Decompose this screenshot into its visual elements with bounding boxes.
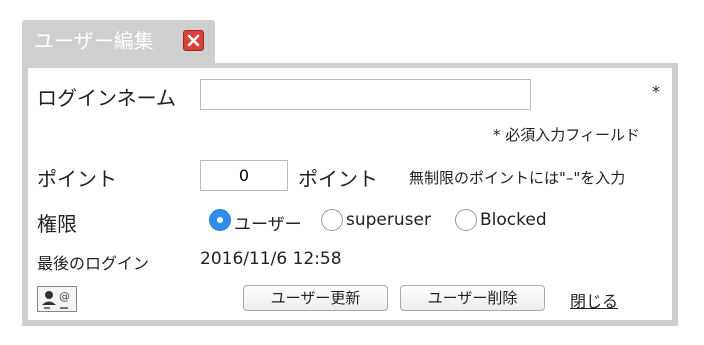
close-dialog-button[interactable] xyxy=(183,30,204,51)
last-login-value: 2016/11/6 12:58 xyxy=(200,249,342,269)
points-hint: 無制限のポイントには"–"を入力 xyxy=(409,169,626,187)
svg-text:@: @ xyxy=(59,290,70,303)
last-login-label: 最後のログイン xyxy=(37,254,150,273)
required-mark: * xyxy=(652,82,660,101)
contact-card-icon: @ xyxy=(42,290,70,309)
required-note: * 必須入力フィールド xyxy=(493,126,640,144)
role-label-user[interactable]: ユーザー xyxy=(234,210,302,235)
role-radio-blocked[interactable] xyxy=(455,209,477,231)
role-label-blocked[interactable]: Blocked xyxy=(480,210,547,230)
close-link[interactable]: 閉じる xyxy=(570,288,618,312)
login-name-input[interactable] xyxy=(200,79,531,110)
dialog-title: ユーザー編集 xyxy=(34,29,154,53)
login-name-label: ログインネーム xyxy=(37,86,176,110)
close-icon xyxy=(187,34,200,47)
user-edit-form: ログインネーム * * 必須入力フィールド ポイント ポイント 無制限のポイント… xyxy=(22,63,678,326)
points-input[interactable] xyxy=(200,160,288,191)
role-radio-superuser[interactable] xyxy=(321,209,343,231)
role-radio-user[interactable] xyxy=(209,209,231,231)
dialog-title-tab: ユーザー編集 xyxy=(22,20,215,64)
user-contact-icon[interactable]: @ xyxy=(37,286,77,312)
points-label: ポイント xyxy=(37,167,117,191)
update-user-button[interactable]: ユーザー更新 xyxy=(243,285,388,311)
role-label: 権限 xyxy=(37,212,77,236)
delete-user-button[interactable]: ユーザー削除 xyxy=(400,285,545,311)
role-label-superuser[interactable]: superuser xyxy=(346,210,431,230)
points-unit-label: ポイント xyxy=(298,167,378,191)
